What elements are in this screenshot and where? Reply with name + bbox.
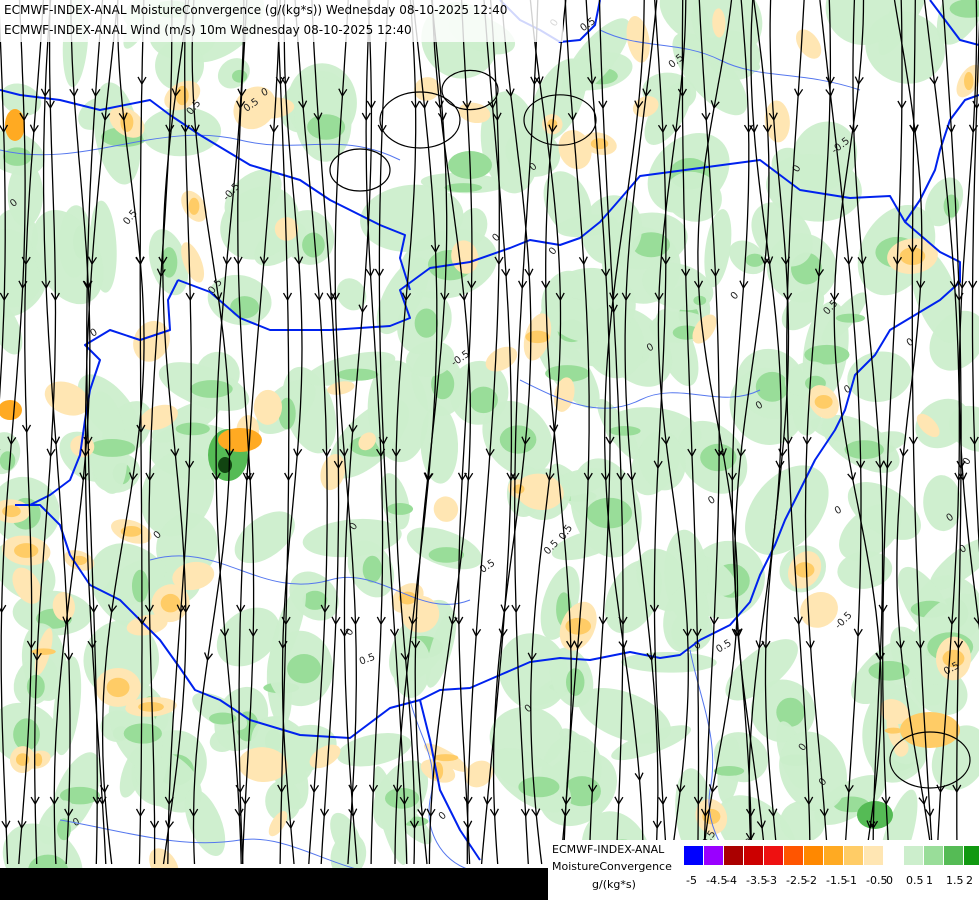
convergence-patch [386,503,414,515]
legend-swatch [924,846,943,865]
convergence-patch [175,422,210,436]
convergence-patch [755,371,789,402]
legend-tick-label: -1.5 [826,874,848,887]
legend-swatch [804,846,823,865]
legend-tick-label: 0.5 [906,874,924,887]
divergence-patch [31,648,56,655]
legend-tick-label: -3.5 [746,874,768,887]
divergence-patch [814,395,833,409]
legend-swatch [864,846,883,865]
legend-tick-label: 1.5 [946,874,964,887]
map-title-box: ECMWF-INDEX-ANAL MoistureConvergence (g/… [0,0,563,42]
legend-swatch [744,846,763,865]
legend-tick-label: 0 [886,874,893,887]
convergence-core [5,109,25,141]
convergence-patch [88,439,136,457]
legend-unit: g/(kg*s) [592,878,636,891]
convergence-patch [0,451,16,471]
legend-swatch [944,846,963,865]
convergence-patch [131,569,149,603]
convergence-patch [362,555,382,583]
convergence-patch [190,380,233,398]
legend-tick-label: -3 [766,874,777,887]
divergence-patch [14,543,39,558]
convergence-patch [835,313,866,323]
convergence-core [218,428,262,452]
divergence-patch [794,562,815,578]
legend-model-name: ECMWF-INDEX-ANAL [552,843,665,856]
convergence-core [900,712,960,748]
convergence-patch [609,426,641,436]
divergence-patch [525,330,550,344]
no-data-strip [0,868,548,900]
legend-swatch [784,846,803,865]
convergence-patch [230,296,260,319]
convergence-patch [302,590,328,610]
convergence-patch [943,194,959,218]
divergence-patch [106,677,130,698]
color-legend: ECMWF-INDEX-ANAL MoistureConvergence g/(… [548,840,979,900]
legend-swatch [764,846,783,865]
legend-tick-label: -0.5 [866,874,888,887]
legend-tick-label: -1 [846,874,857,887]
convergence-patch [13,718,40,751]
legend-tick-label: -4.5 [706,874,728,887]
convergence-patch [713,766,745,776]
divergence-patch [120,112,134,132]
legend-swatch [724,846,743,865]
divergence-patch [884,727,903,734]
legend-tick-label: -5 [686,874,697,887]
convergence-patch [123,723,162,744]
legend-swatch [844,846,863,865]
legend-tick-label: 2 [966,874,973,887]
convergence-patch [2,147,32,166]
divergence-patch [2,505,21,518]
convergence-patch [232,69,248,83]
convergence-patch [745,253,764,267]
convergence-patch [499,425,537,454]
divergence-patch [590,138,609,150]
moisture-convergence-map: 000.50.50000.500.5000.5000.500.500000000… [0,0,979,900]
legend-swatch [964,846,979,865]
divergence-patch [188,197,200,215]
legend-swatch [704,846,723,865]
legend-variable-name: MoistureConvergence [552,860,672,873]
convergence-patch [287,654,321,684]
convergence-patch [844,440,884,460]
convergence-patch [700,443,737,472]
divergence-patch [160,593,181,613]
legend-swatch [824,846,843,865]
convergence-patch [414,308,439,338]
legend-tick-label: -2 [806,874,817,887]
legend-swatch [904,846,923,865]
legend-tick-label: -2.5 [786,874,808,887]
map-title-wind: ECMWF-INDEX-ANAL Wind (m/s) 10m Wednesda… [4,23,412,37]
divergence-patch [175,85,189,106]
legend-swatch [884,846,903,865]
legend-tick-label: -4 [726,874,737,887]
legend-tick-label: 1 [926,874,933,887]
map-title-moisture: ECMWF-INDEX-ANAL MoistureConvergence (g/… [4,3,508,17]
convergence-patch [302,232,325,258]
legend-swatch [684,846,703,865]
divergence-patch [964,72,974,91]
